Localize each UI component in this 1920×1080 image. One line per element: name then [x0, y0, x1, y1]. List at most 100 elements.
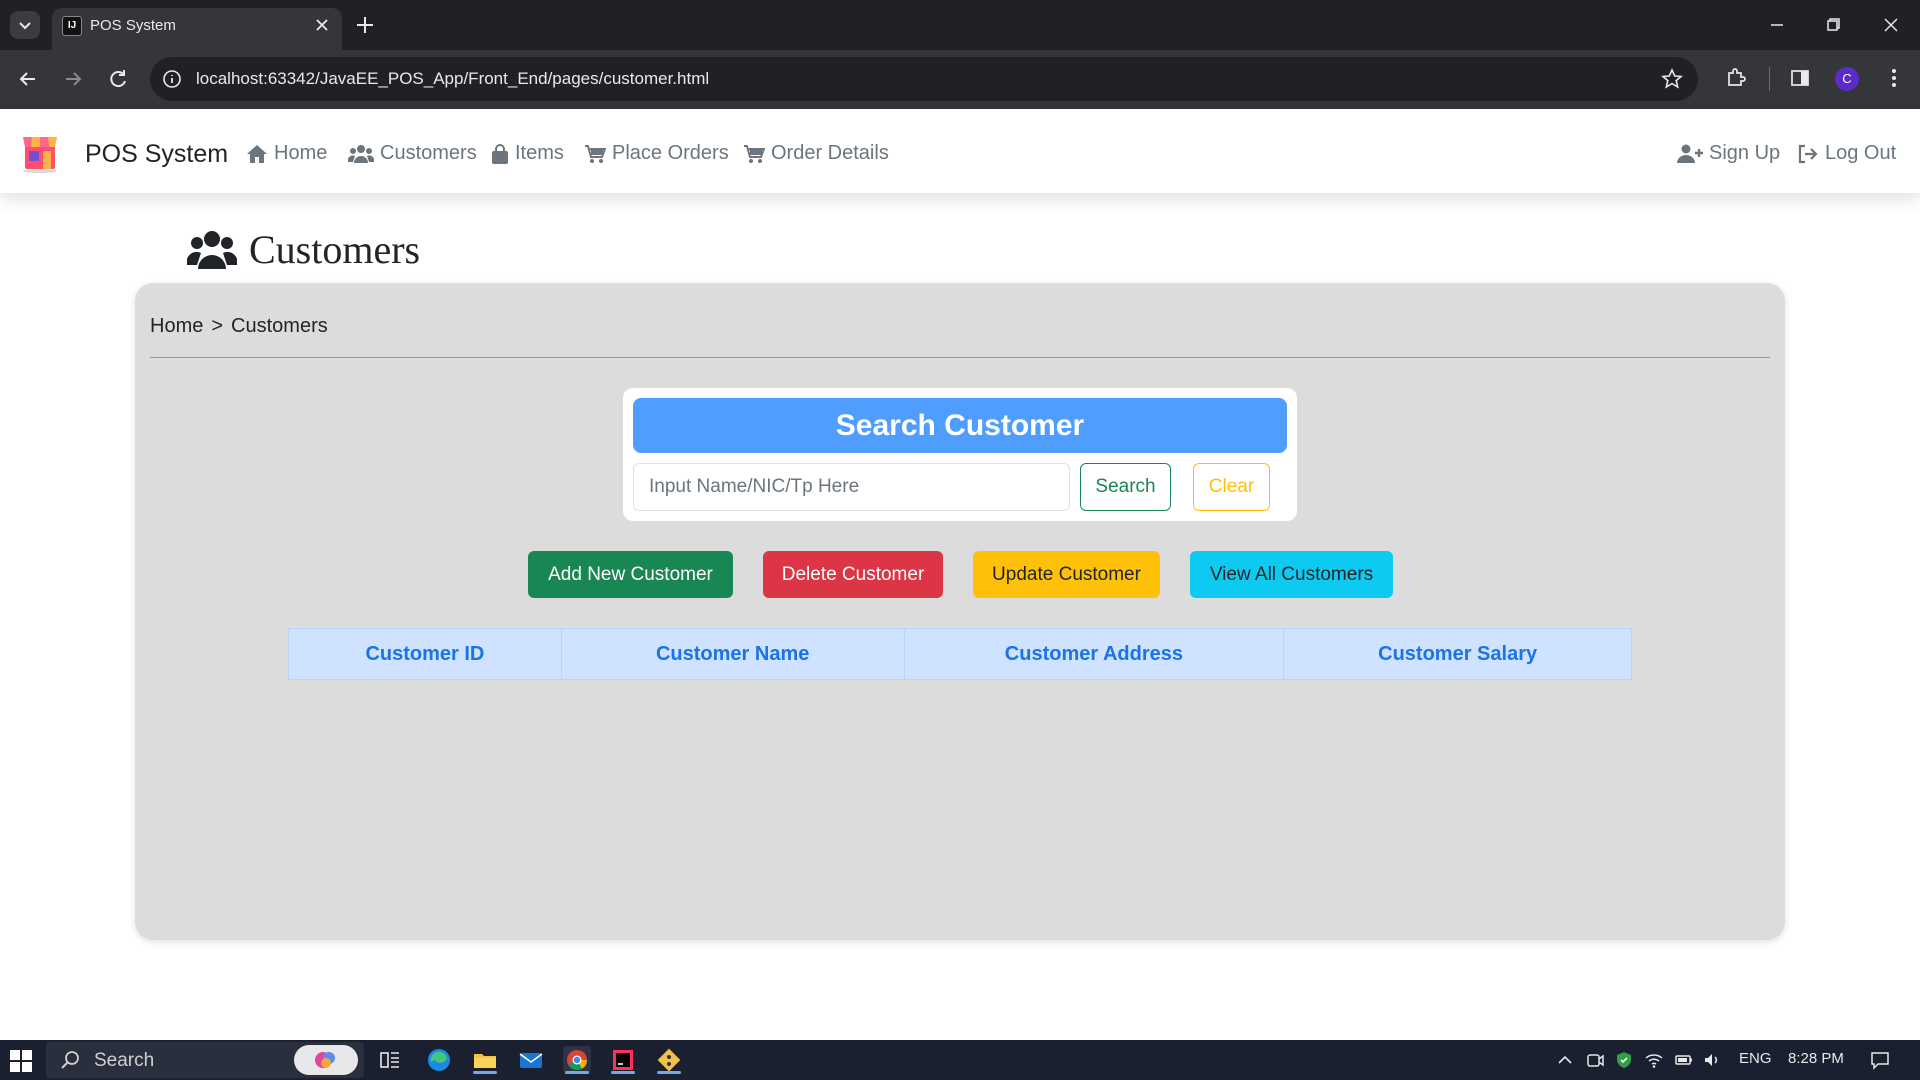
- running-indicator: [611, 1071, 635, 1074]
- clear-button[interactable]: Clear: [1193, 463, 1270, 511]
- page-title: Customers: [249, 227, 421, 272]
- search-button[interactable]: Search: [1080, 463, 1171, 511]
- side-panel-icon[interactable]: [1786, 64, 1814, 92]
- site-info-icon[interactable]: [162, 69, 182, 89]
- nav-items[interactable]: Items: [491, 142, 564, 165]
- nav-sign-up-label: Sign Up: [1709, 142, 1781, 164]
- intellij-favicon-icon: IJ: [62, 16, 82, 36]
- running-indicator: [565, 1071, 589, 1074]
- column-header-customer-address: Customer Address: [903, 628, 1285, 680]
- tab-search-button[interactable]: [10, 11, 40, 39]
- delete-customer-button[interactable]: Delete Customer: [763, 551, 943, 598]
- column-header-customer-id: Customer ID: [288, 628, 562, 680]
- breadcrumb-home[interactable]: Home: [150, 315, 203, 338]
- clock[interactable]: 8:28 PM: [1788, 1050, 1844, 1067]
- task-view-icon: [380, 1052, 399, 1068]
- extensions-puzzle-icon[interactable]: [1722, 64, 1750, 92]
- nav-order-details-label: Order Details: [771, 142, 889, 164]
- chevron-down-icon: [19, 22, 31, 30]
- wifi-icon[interactable]: [1644, 1050, 1664, 1070]
- intellij-icon: [613, 1050, 633, 1070]
- user-plus-icon: [1677, 144, 1703, 163]
- app-navbar: POS System Home Customers Items Place Or…: [0, 109, 1920, 193]
- bag-icon: [492, 143, 508, 164]
- brand-name[interactable]: POS System: [85, 140, 228, 169]
- nav-home-label: Home: [274, 142, 328, 164]
- toolbar-separator: [1769, 67, 1770, 91]
- table-header-row: Customer ID Customer Name Customer Addre…: [288, 628, 1632, 680]
- git-icon: [657, 1048, 681, 1072]
- intellij-app[interactable]: [609, 1046, 637, 1074]
- mail-app[interactable]: [517, 1046, 545, 1074]
- more-menu-icon[interactable]: [1880, 64, 1908, 92]
- battery-icon[interactable]: [1674, 1050, 1694, 1070]
- nav-customers-label: Customers: [380, 142, 477, 164]
- search-icon: [61, 1051, 79, 1069]
- close-icon[interactable]: [312, 15, 332, 35]
- column-header-customer-salary: Customer Salary: [1283, 628, 1632, 680]
- view-all-customers-button[interactable]: View All Customers: [1190, 551, 1393, 598]
- store-logo-icon[interactable]: [20, 133, 60, 173]
- nav-place-orders-label: Place Orders: [612, 142, 729, 164]
- nav-customers[interactable]: Customers: [348, 142, 477, 165]
- nav-home[interactable]: Home: [246, 142, 327, 165]
- git-app[interactable]: [655, 1046, 683, 1074]
- browser-tab[interactable]: IJ POS System: [52, 8, 342, 50]
- url-text[interactable]: localhost:63342/JavaEE_POS_App/Front_End…: [196, 69, 709, 89]
- customer-table: Customer ID Customer Name Customer Addre…: [288, 628, 1632, 680]
- reload-icon[interactable]: [103, 64, 133, 94]
- folder-icon: [474, 1054, 496, 1068]
- page-heading: Customers: [187, 226, 420, 273]
- task-view-app[interactable]: [376, 1046, 404, 1074]
- logout-icon: [1798, 144, 1818, 163]
- copilot-button[interactable]: [294, 1045, 358, 1075]
- file-explorer-app[interactable]: [471, 1046, 499, 1074]
- address-bar[interactable]: localhost:63342/JavaEE_POS_App/Front_End…: [150, 57, 1698, 101]
- running-indicator: [473, 1071, 497, 1074]
- volume-icon[interactable]: [1702, 1050, 1722, 1070]
- restore-icon[interactable]: [1818, 10, 1848, 40]
- running-indicator: [657, 1071, 681, 1074]
- taskbar-search[interactable]: Search: [46, 1042, 364, 1078]
- profile-avatar[interactable]: C: [1835, 67, 1859, 91]
- add-customer-button[interactable]: Add New Customer: [528, 551, 733, 598]
- nav-log-out[interactable]: Log Out: [1797, 142, 1896, 165]
- nav-items-label: Items: [515, 142, 564, 164]
- users-icon: [187, 230, 237, 269]
- nav-place-orders[interactable]: Place Orders: [584, 142, 729, 165]
- mail-icon: [519, 1053, 543, 1068]
- home-icon: [247, 144, 267, 163]
- window-close-icon[interactable]: [1876, 10, 1906, 40]
- column-header-customer-name: Customer Name: [560, 628, 905, 680]
- windows-start-icon[interactable]: [10, 1050, 32, 1072]
- windows-taskbar: Search ENG 8:28 PM: [0, 1040, 1920, 1080]
- nav-order-details[interactable]: Order Details: [743, 142, 889, 165]
- update-customer-button[interactable]: Update Customer: [973, 551, 1160, 598]
- chrome-icon: [567, 1050, 588, 1071]
- search-input[interactable]: [633, 463, 1070, 511]
- back-arrow-icon[interactable]: [13, 64, 43, 94]
- notifications-icon[interactable]: [1870, 1050, 1890, 1070]
- tab-title: POS System: [90, 17, 176, 34]
- browser-tab-strip: IJ POS System: [0, 0, 1920, 50]
- forward-arrow-icon[interactable]: [58, 64, 88, 94]
- chrome-app[interactable]: [563, 1046, 591, 1074]
- chevron-up-icon[interactable]: [1555, 1050, 1575, 1070]
- search-panel: Search Customer Search Clear: [623, 388, 1297, 521]
- new-tab-plus-icon[interactable]: [352, 12, 378, 38]
- copilot-icon: [315, 1052, 335, 1068]
- security-shield-icon[interactable]: [1614, 1050, 1634, 1070]
- minimize-icon[interactable]: [1762, 10, 1792, 40]
- edge-app[interactable]: [425, 1046, 453, 1074]
- cart-icon: [744, 144, 765, 163]
- divider: [150, 357, 1770, 358]
- breadcrumb-current: Customers: [231, 315, 328, 337]
- customer-card: Home > Customers Search Customer Search …: [135, 283, 1785, 940]
- cart-icon: [585, 144, 606, 163]
- bookmark-star-icon[interactable]: [1660, 67, 1684, 91]
- search-header: Search Customer: [633, 398, 1287, 453]
- nav-sign-up[interactable]: Sign Up: [1677, 142, 1780, 165]
- language-indicator[interactable]: ENG: [1739, 1050, 1772, 1067]
- meet-now-icon[interactable]: [1585, 1050, 1605, 1070]
- users-icon: [348, 144, 374, 163]
